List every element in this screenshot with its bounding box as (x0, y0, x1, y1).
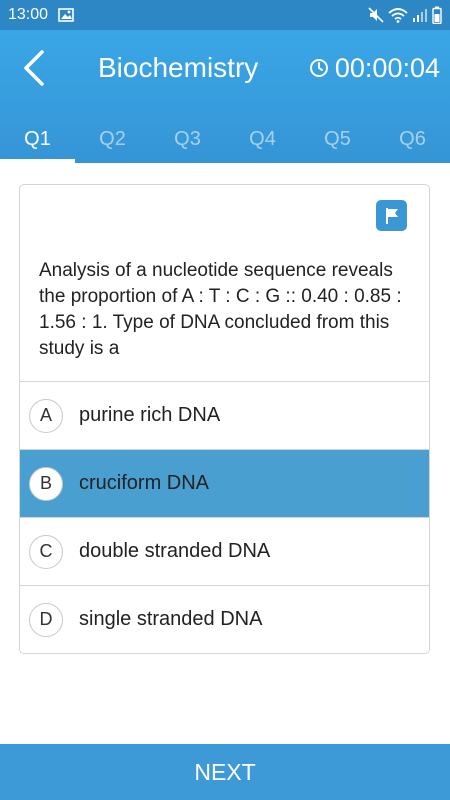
option-letter-badge: B (29, 466, 63, 501)
status-right (368, 6, 442, 24)
clock-icon (309, 59, 328, 77)
option-letter-badge: D (29, 602, 63, 637)
question-card: Analysis of a nucleotide sequence reveal… (19, 184, 430, 654)
option-label: cruciform DNA (79, 472, 210, 494)
option-label: single stranded DNA (79, 608, 263, 630)
flag-icon (385, 207, 398, 224)
status-time: 13:00 (8, 6, 49, 23)
wifi-icon (388, 7, 408, 23)
next-button[interactable]: NEXT (0, 744, 450, 800)
question-tabs: Q1 Q2 Q3 Q4 Q5 Q6 (0, 116, 450, 163)
option-a[interactable]: A purine rich DNA (20, 381, 429, 449)
option-letter-badge: A (29, 398, 63, 433)
tab-q2[interactable]: Q2 (75, 116, 150, 163)
tab-q1[interactable]: Q1 (0, 116, 75, 163)
image-icon (58, 8, 74, 22)
tab-q6[interactable]: Q6 (375, 116, 450, 163)
chevron-left-icon (24, 50, 44, 86)
signal-icon (412, 7, 428, 23)
tab-q5[interactable]: Q5 (300, 116, 375, 163)
tab-q4[interactable]: Q4 (225, 116, 300, 163)
timer-value: 00:00:04 (334, 53, 440, 83)
question-text: Analysis of a nucleotide sequence reveal… (39, 260, 402, 359)
option-label: double stranded DNA (79, 540, 271, 562)
status-left: 13:00 (8, 6, 74, 24)
quiz-header: Biochemistry 00:00:04 Q1 Q2 Q3 Q4 Q5 Q6 (0, 30, 450, 163)
option-b[interactable]: B cruciform DNA (20, 449, 429, 517)
back-button[interactable] (14, 48, 54, 88)
option-c[interactable]: C double stranded DNA (20, 517, 429, 585)
battery-icon (432, 6, 442, 24)
timer: 00:00:04 (309, 48, 440, 88)
option-d[interactable]: D single stranded DNA (20, 585, 429, 653)
mute-icon (368, 7, 384, 23)
answer-options: A purine rich DNA B cruciform DNA C doub… (20, 381, 429, 653)
option-label: purine rich DNA (79, 404, 221, 426)
tab-q3[interactable]: Q3 (150, 116, 225, 163)
flag-button[interactable] (376, 200, 407, 231)
option-letter-badge: C (29, 534, 63, 569)
page-title: Biochemistry (98, 52, 259, 83)
status-bar: 13:00 (0, 0, 450, 30)
